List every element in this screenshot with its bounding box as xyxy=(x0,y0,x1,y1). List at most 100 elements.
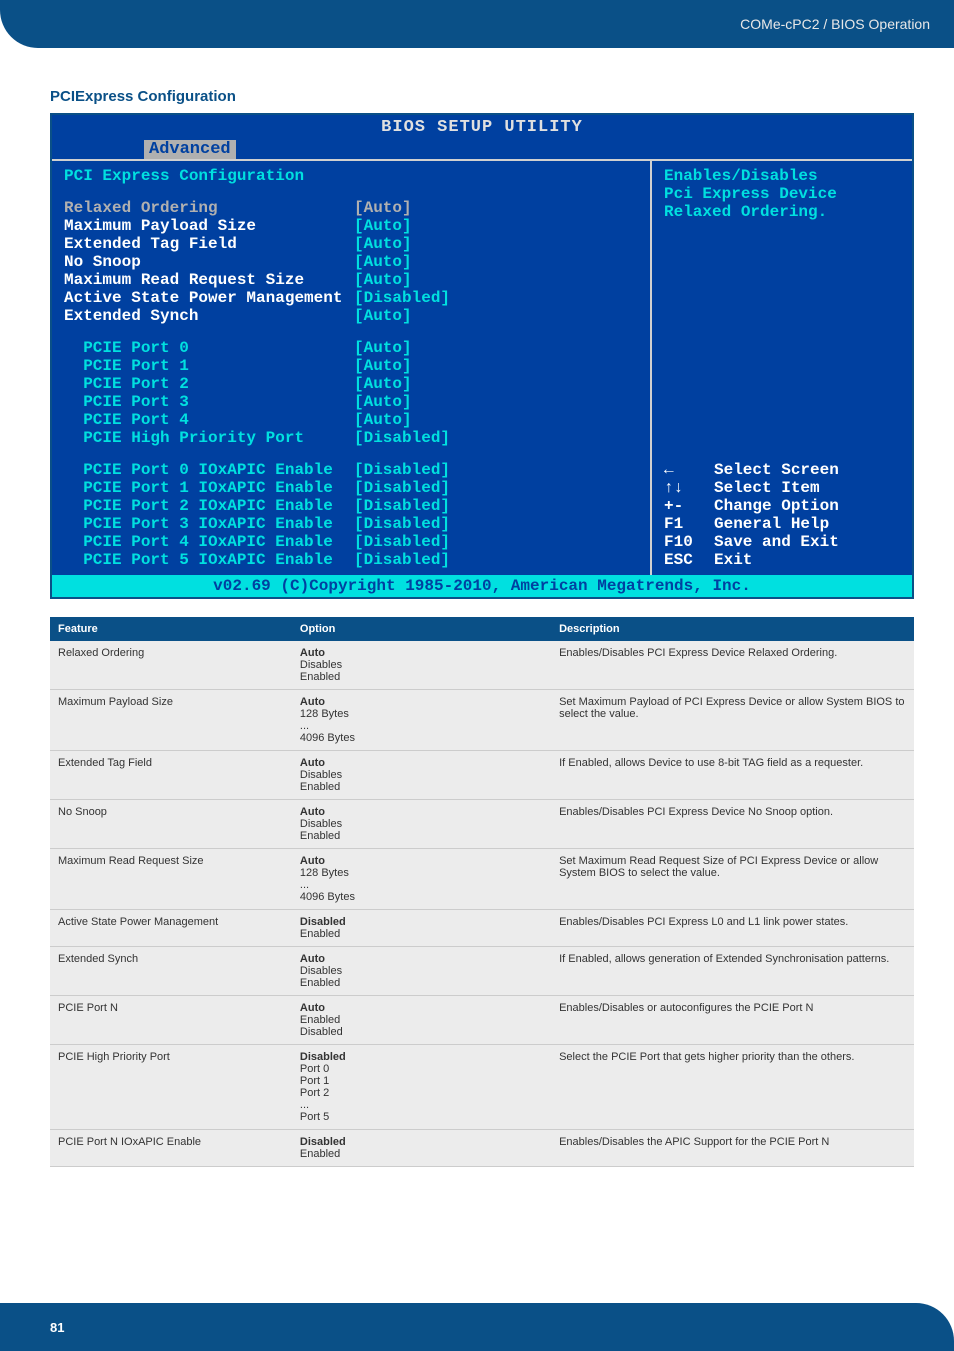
bios-nav-row: +-Change Option xyxy=(664,497,900,515)
bios-help-l1: Enables/Disables xyxy=(664,167,900,185)
bios-setting-row: Active State Power Management[Disabled] xyxy=(64,289,638,307)
option-line: Port 0 xyxy=(300,1063,543,1075)
page-number: 81 xyxy=(50,1320,64,1335)
bios-nav-row: ↑↓Select Item xyxy=(664,479,900,497)
th-option: Option xyxy=(292,617,551,641)
table-row: Maximum Read Request SizeAuto128 Bytes..… xyxy=(50,849,914,910)
table-row: PCIE Port N IOxAPIC EnableDisabledEnable… xyxy=(50,1130,914,1167)
bios-setting-row: Maximum Read Request Size[Auto] xyxy=(64,271,638,289)
cell-description: Enables/Disables PCI Express L0 and L1 l… xyxy=(551,910,914,947)
option-line: Port 2 xyxy=(300,1087,543,1099)
bios-setting-value: [Auto] xyxy=(354,253,412,271)
bios-apic-label: PCIE Port 2 IOxAPIC Enable xyxy=(64,497,354,515)
option-line: Enabled xyxy=(300,977,543,989)
bios-port-label: PCIE Port 1 xyxy=(64,357,354,375)
bios-port-row: PCIE Port 3[Auto] xyxy=(64,393,638,411)
bios-nav-desc: Save and Exit xyxy=(714,533,839,551)
bios-setting-value: [Auto] xyxy=(354,271,412,289)
bios-setting-label: Maximum Payload Size xyxy=(64,217,354,235)
bios-nav-key: ↑↓ xyxy=(664,479,714,497)
option-line: Enabled xyxy=(300,928,543,940)
bios-nav-row: ←Select Screen xyxy=(664,461,900,479)
bios-port-row: PCIE Port 1[Auto] xyxy=(64,357,638,375)
cell-description: Enables/Disables PCI Express Device No S… xyxy=(551,800,914,849)
bios-nav-desc: General Help xyxy=(714,515,829,533)
bios-setting-value: [Auto] xyxy=(354,199,412,217)
bios-nav-row: F1General Help xyxy=(664,515,900,533)
option-line: Disables xyxy=(300,965,543,977)
option-line: ... xyxy=(300,720,543,732)
option-line: Enabled xyxy=(300,830,543,842)
option-line: Disables xyxy=(300,818,543,830)
option-line: Disabled xyxy=(300,1136,543,1148)
option-line: Port 5 xyxy=(300,1111,543,1123)
bios-setting-row: No Snoop[Auto] xyxy=(64,253,638,271)
cell-option: Auto128 Bytes...4096 Bytes xyxy=(292,849,551,910)
table-row: Maximum Payload SizeAuto128 Bytes...4096… xyxy=(50,690,914,751)
cell-option: AutoEnabledDisabled xyxy=(292,996,551,1045)
bios-screenshot: BIOS SETUP UTILITY Advanced PCI Express … xyxy=(50,113,914,599)
cell-feature: PCIE Port N xyxy=(50,996,292,1045)
cell-feature: PCIE High Priority Port xyxy=(50,1045,292,1130)
table-row: PCIE High Priority PortDisabledPort 0Por… xyxy=(50,1045,914,1130)
cell-option: AutoDisablesEnabled xyxy=(292,947,551,996)
option-line: Auto xyxy=(300,953,543,965)
section-title: PCIExpress Configuration xyxy=(50,88,914,105)
cell-description: Select the PCIE Port that gets higher pr… xyxy=(551,1045,914,1130)
option-line: Disables xyxy=(300,769,543,781)
cell-feature: Active State Power Management xyxy=(50,910,292,947)
bios-setting-row: Relaxed Ordering[Auto] xyxy=(64,199,638,217)
bios-apic-row: PCIE Port 3 IOxAPIC Enable[Disabled] xyxy=(64,515,638,533)
bios-apic-label: PCIE Port 3 IOxAPIC Enable xyxy=(64,515,354,533)
cell-option: Auto128 Bytes...4096 Bytes xyxy=(292,690,551,751)
bios-setting-label: Relaxed Ordering xyxy=(64,199,354,217)
bios-port-label: PCIE High Priority Port xyxy=(64,429,354,447)
bios-nav-row: ESCExit xyxy=(664,551,900,569)
bios-setting-value: [Disabled] xyxy=(354,289,450,307)
bios-port-label: PCIE Port 3 xyxy=(64,393,354,411)
bios-title: BIOS SETUP UTILITY xyxy=(52,115,912,140)
table-row: Extended Tag FieldAutoDisablesEnabledIf … xyxy=(50,751,914,800)
bios-port-row: PCIE Port 2[Auto] xyxy=(64,375,638,393)
bios-port-value: [Auto] xyxy=(354,375,412,393)
bios-nav-desc: Exit xyxy=(714,551,752,569)
cell-option: AutoDisablesEnabled xyxy=(292,800,551,849)
bios-apic-value: [Disabled] xyxy=(354,533,450,551)
cell-feature: Relaxed Ordering xyxy=(50,641,292,690)
cell-option: DisabledEnabled xyxy=(292,910,551,947)
bios-apic-label: PCIE Port 1 IOxAPIC Enable xyxy=(64,479,354,497)
option-line: 128 Bytes xyxy=(300,867,543,879)
bios-port-value: [Disabled] xyxy=(354,429,450,447)
bios-apic-row: PCIE Port 4 IOxAPIC Enable[Disabled] xyxy=(64,533,638,551)
bios-apic-value: [Disabled] xyxy=(354,479,450,497)
option-line: Disables xyxy=(300,659,543,671)
option-line: Auto xyxy=(300,855,543,867)
bios-nav-key: F1 xyxy=(664,515,714,533)
bios-nav-key: +- xyxy=(664,497,714,515)
table-row: Active State Power ManagementDisabledEna… xyxy=(50,910,914,947)
bios-tab-advanced: Advanced xyxy=(144,140,236,159)
option-line: 128 Bytes xyxy=(300,708,543,720)
option-line: Enabled xyxy=(300,1148,543,1160)
bios-port-label: PCIE Port 0 xyxy=(64,339,354,357)
cell-description: Set Maximum Payload of PCI Express Devic… xyxy=(551,690,914,751)
option-line: 4096 Bytes xyxy=(300,732,543,744)
bios-setting-value: [Auto] xyxy=(354,235,412,253)
bios-setting-label: Extended Synch xyxy=(64,307,354,325)
cell-option: AutoDisablesEnabled xyxy=(292,751,551,800)
bios-port-value: [Auto] xyxy=(354,411,412,429)
bios-port-value: [Auto] xyxy=(354,357,412,375)
bios-screen-heading: PCI Express Configuration xyxy=(64,167,638,185)
bios-setting-label: Maximum Read Request Size xyxy=(64,271,354,289)
th-feature: Feature xyxy=(50,617,292,641)
bios-port-value: [Auto] xyxy=(354,393,412,411)
cell-option: AutoDisablesEnabled xyxy=(292,641,551,690)
bios-port-row: PCIE High Priority Port[Disabled] xyxy=(64,429,638,447)
option-line: Disabled xyxy=(300,916,543,928)
table-row: PCIE Port NAutoEnabledDisabledEnables/Di… xyxy=(50,996,914,1045)
cell-feature: Extended Synch xyxy=(50,947,292,996)
bios-apic-row: PCIE Port 0 IOxAPIC Enable[Disabled] xyxy=(64,461,638,479)
bios-apic-label: PCIE Port 5 IOxAPIC Enable xyxy=(64,551,354,569)
bios-nav-desc: Change Option xyxy=(714,497,839,515)
bios-apic-value: [Disabled] xyxy=(354,461,450,479)
